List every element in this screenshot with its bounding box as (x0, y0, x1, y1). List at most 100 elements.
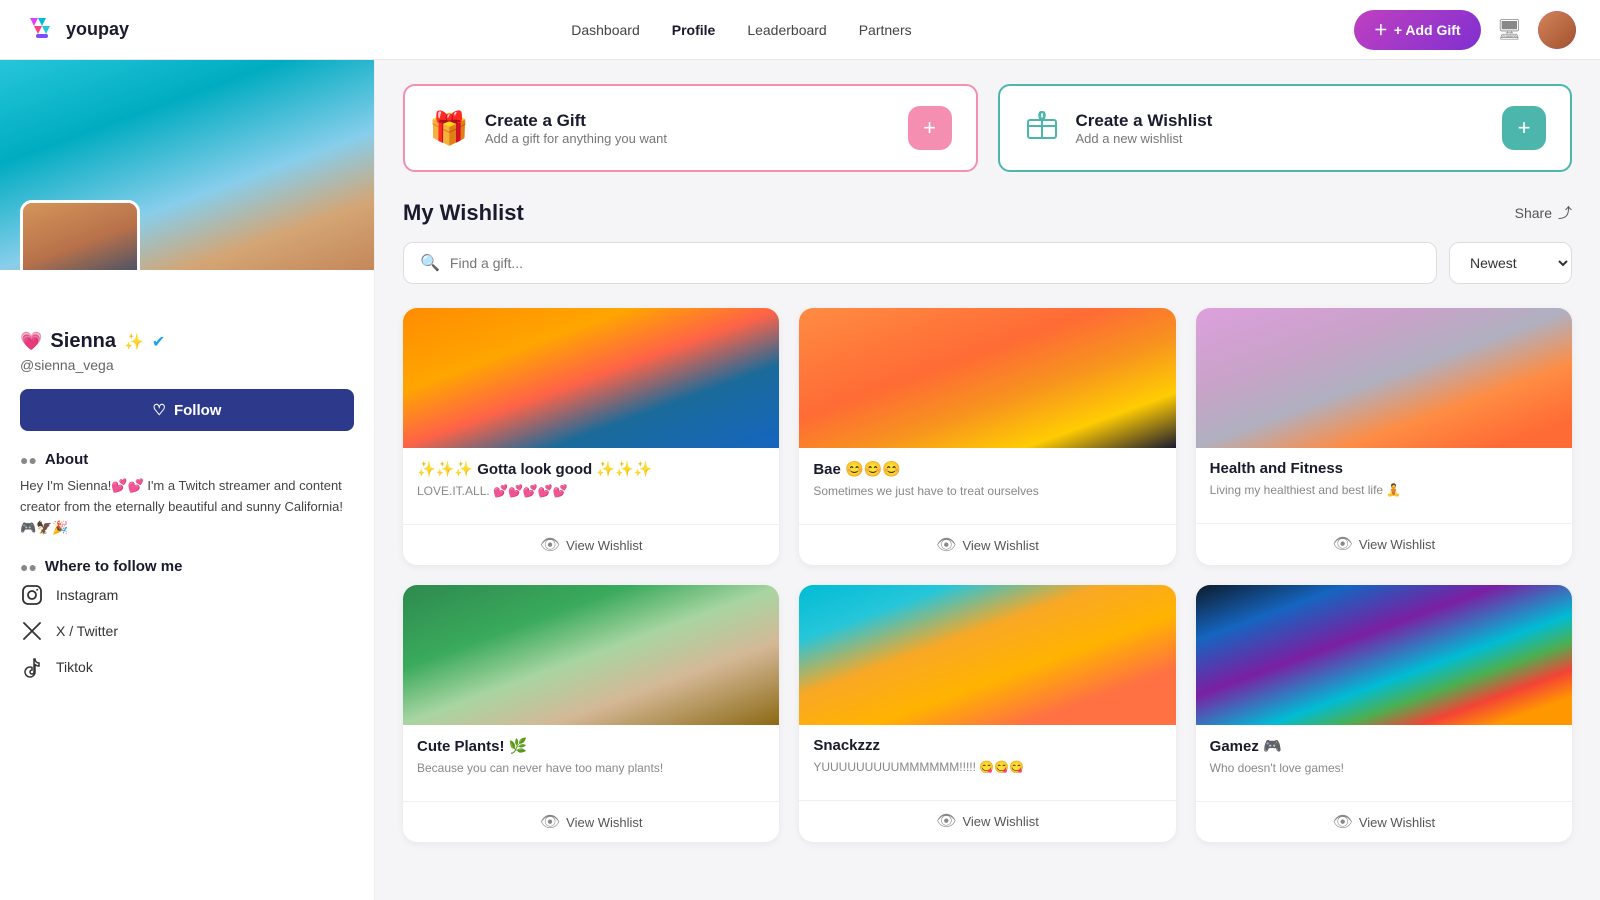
wishlist-card-image (403, 585, 779, 725)
create-wishlist-left: Create a Wishlist Add a new wishlist (1024, 106, 1213, 150)
add-gift-button[interactable]: ＋ + Add Gift (1354, 10, 1481, 50)
wishlist-card-name: Gamez 🎮 (1210, 737, 1558, 755)
instagram-label: Instagram (56, 587, 118, 603)
create-wishlist-sub: Add a new wishlist (1076, 131, 1213, 146)
username: @sienna_vega (20, 357, 354, 373)
wishlist-card-name: Snackzzz (813, 737, 1161, 754)
main-content: 🎁 Create a Gift Add a gift for anything … (375, 60, 1600, 900)
view-wishlist-button[interactable]: 👁 View Wishlist (799, 800, 1175, 841)
view-wishlist-button[interactable]: 👁 View Wishlist (403, 524, 779, 565)
heart-emoji: 💗 (20, 331, 42, 352)
about-text: Hey I'm Sienna!💕💕 I'm a Twitch streamer … (20, 476, 354, 538)
follow-section-header: ●● Where to follow me (20, 558, 354, 575)
sidebar-content: 💗 Sienna ✨ ✔ @sienna_vega ♡ Follow ●● Ab… (0, 270, 374, 699)
logo-text: youpay (66, 19, 129, 40)
eye-icon: 👁 (936, 811, 956, 831)
wishlist-card-body: ✨✨✨ Gotta look good ✨✨✨ LOVE.IT.ALL. 💕💕💕… (403, 448, 779, 524)
search-input[interactable] (450, 255, 1420, 271)
wishlist-card[interactable]: Bae 😊😊😊 Sometimes we just have to treat … (799, 308, 1175, 565)
wishlist-card-body: Bae 😊😊😊 Sometimes we just have to treat … (799, 448, 1175, 524)
wishlist-card-desc: YUUUUUUUUUMMMMMM!!!!! 😋😋😋 (813, 758, 1161, 776)
eye-icon: 👁 (540, 535, 560, 555)
navbar: youpay Dashboard Profile Leaderboard Par… (0, 0, 1600, 60)
create-gift-left: 🎁 Create a Gift Add a gift for anything … (429, 109, 667, 147)
nav-links: Dashboard Profile Leaderboard Partners (571, 22, 911, 38)
view-wishlist-label: View Wishlist (566, 538, 642, 553)
tiktok-icon (20, 655, 44, 679)
twitter-label: X / Twitter (56, 623, 118, 639)
share-label: Share (1515, 205, 1552, 221)
sparkle-emoji: ✨ (124, 332, 144, 352)
create-gift-text: Create a Gift Add a gift for anything yo… (485, 111, 667, 146)
search-box: 🔍 (403, 242, 1437, 284)
wishlist-card[interactable]: Health and Fitness Living my healthiest … (1196, 308, 1572, 565)
wishlist-card-name: Cute Plants! 🌿 (417, 737, 765, 755)
wishlist-card-body: Gamez 🎮 Who doesn't love games! (1196, 725, 1572, 801)
create-wishlist-card[interactable]: Create a Wishlist Add a new wishlist + (998, 84, 1573, 172)
create-wishlist-plus-button[interactable]: + (1502, 106, 1546, 150)
view-wishlist-label: View Wishlist (1359, 815, 1435, 830)
add-gift-icon: ＋ (1374, 20, 1388, 40)
nav-right: ＋ + Add Gift 🖥 (1354, 10, 1576, 50)
create-gift-plus-button[interactable]: + (908, 106, 952, 150)
cover-image: ▦ (0, 60, 374, 270)
create-gift-sub: Add a gift for anything you want (485, 131, 667, 146)
user-name: Sienna (50, 330, 116, 353)
view-wishlist-button[interactable]: 👁 View Wishlist (1196, 801, 1572, 842)
search-icon: 🔍 (420, 253, 440, 273)
wishlist-header: My Wishlist Share ⤴ (403, 200, 1572, 226)
create-gift-card[interactable]: 🎁 Create a Gift Add a gift for anything … (403, 84, 978, 172)
nav-profile[interactable]: Profile (672, 22, 716, 38)
wishlist-card-body: Health and Fitness Living my healthiest … (1196, 448, 1572, 523)
user-name-row: 💗 Sienna ✨ ✔ (20, 330, 354, 353)
view-wishlist-button[interactable]: 👁 View Wishlist (1196, 523, 1572, 564)
view-wishlist-label: View Wishlist (566, 815, 642, 830)
follow-label: Follow (174, 402, 222, 419)
wishlist-card[interactable]: ✨✨✨ Gotta look good ✨✨✨ LOVE.IT.ALL. 💕💕💕… (403, 308, 779, 565)
gift-teal-icon (1024, 106, 1060, 150)
wishlist-grid: ✨✨✨ Gotta look good ✨✨✨ LOVE.IT.ALL. 💕💕💕… (403, 308, 1572, 842)
nav-partners[interactable]: Partners (859, 22, 912, 38)
gift-pink-icon: 🎁 (429, 109, 469, 147)
sort-select[interactable]: Newest Oldest A-Z Price: Low Price: High (1449, 242, 1572, 284)
about-section-header: ●● About (20, 451, 354, 468)
social-tiktok[interactable]: Tiktok (20, 655, 354, 679)
follow-heading: Where to follow me (45, 558, 183, 575)
wishlist-card-desc: Who doesn't love games! (1210, 759, 1558, 777)
follow-heart-icon: ♡ (153, 401, 166, 419)
social-instagram[interactable]: Instagram (20, 583, 354, 607)
wishlist-card-body: Cute Plants! 🌿 Because you can never hav… (403, 725, 779, 801)
verified-icon: ✔ (152, 332, 165, 352)
plus-icon-teal: + (1518, 115, 1531, 141)
eye-icon: 👁 (1333, 812, 1353, 832)
wishlist-card-body: Snackzzz YUUUUUUUUUMMMMMM!!!!! 😋😋😋 (799, 725, 1175, 800)
nav-leaderboard[interactable]: Leaderboard (747, 22, 826, 38)
instagram-icon (20, 583, 44, 607)
view-wishlist-label: View Wishlist (962, 538, 1038, 553)
nav-dashboard[interactable]: Dashboard (571, 22, 640, 38)
wishlist-card-name: ✨✨✨ Gotta look good ✨✨✨ (417, 460, 765, 478)
wishlist-card-desc: Living my healthiest and best life 🧘 (1210, 481, 1558, 499)
logo[interactable]: youpay (24, 12, 129, 48)
view-wishlist-label: View Wishlist (962, 814, 1038, 829)
wishlist-card[interactable]: Cute Plants! 🌿 Because you can never hav… (403, 585, 779, 842)
avatar-image (1538, 11, 1576, 49)
monitor-icon[interactable]: 🖥 (1497, 17, 1522, 42)
sidebar: ▦ 💗 Sienna ✨ ✔ @sienna_vega ♡ Follow ●● … (0, 60, 375, 900)
view-wishlist-button[interactable]: 👁 View Wishlist (799, 524, 1175, 565)
wishlist-card[interactable]: Gamez 🎮 Who doesn't love games! 👁 View W… (1196, 585, 1572, 842)
view-wishlist-label: View Wishlist (1359, 537, 1435, 552)
wishlist-card-name: Health and Fitness (1210, 460, 1558, 477)
wishlist-card-image (403, 308, 779, 448)
logo-icon (24, 12, 60, 48)
share-button[interactable]: Share ⤴ (1515, 203, 1572, 223)
wishlist-card-desc: Sometimes we just have to treat ourselve… (813, 482, 1161, 500)
user-avatar[interactable] (1538, 11, 1576, 49)
social-twitter[interactable]: X / Twitter (20, 619, 354, 643)
plus-icon: + (923, 115, 936, 141)
sidebar-avatar (23, 203, 137, 270)
follow-button[interactable]: ♡ Follow (20, 389, 354, 431)
view-wishlist-button[interactable]: 👁 View Wishlist (403, 801, 779, 842)
wishlist-card[interactable]: Snackzzz YUUUUUUUUUMMMMMM!!!!! 😋😋😋 👁 Vie… (799, 585, 1175, 842)
eye-icon: 👁 (1333, 534, 1353, 554)
